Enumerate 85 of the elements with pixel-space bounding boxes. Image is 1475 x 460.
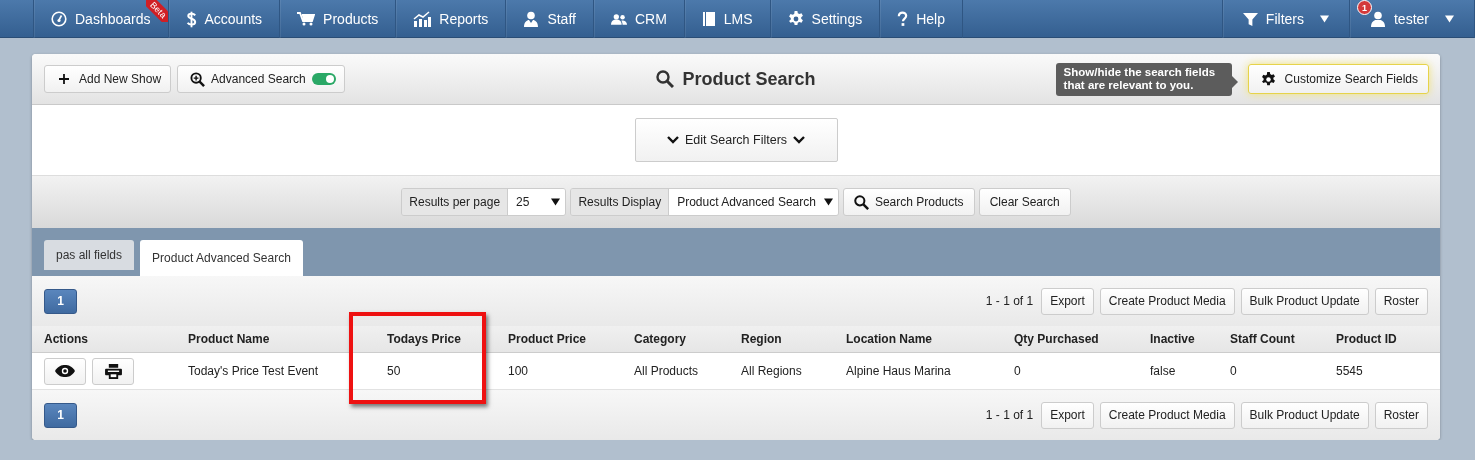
nav-item[interactable]: Settings bbox=[769, 0, 880, 38]
toolbar-button[interactable]: Bulk Product Update bbox=[1240, 401, 1369, 429]
gauge-icon bbox=[51, 11, 67, 27]
column-header: Qty Purchased bbox=[1014, 332, 1099, 346]
table-cell: 50 bbox=[387, 364, 401, 378]
nav-item[interactable]: Staff bbox=[505, 0, 593, 38]
field-label: Results per page bbox=[402, 189, 509, 215]
table-cell: Today's Price Test Event bbox=[188, 364, 319, 378]
table-cell: All Regions bbox=[741, 364, 802, 378]
toolbar-button[interactable]: Export bbox=[1041, 287, 1094, 315]
field-label: Results Display bbox=[571, 189, 670, 215]
toggle-switch[interactable] bbox=[311, 73, 336, 85]
person-icon bbox=[523, 11, 540, 27]
people-icon bbox=[610, 12, 627, 26]
user-menu[interactable]: tester 1 bbox=[1349, 0, 1475, 38]
toolbar-button[interactable]: Export bbox=[1041, 401, 1094, 429]
customize-search-fields-button[interactable]: Customize Search Fields bbox=[1247, 64, 1429, 94]
search-icon bbox=[656, 70, 675, 88]
results-per-page-dropdown[interactable]: 25 bbox=[508, 189, 566, 215]
toolbar-button[interactable]: Roster bbox=[1374, 401, 1428, 429]
column-header: Category bbox=[634, 332, 686, 346]
search-icon bbox=[853, 194, 869, 210]
cart-icon bbox=[297, 12, 316, 26]
page-title: Product Search bbox=[682, 68, 816, 90]
print-button[interactable] bbox=[92, 357, 134, 385]
bar-chart-icon bbox=[413, 11, 432, 27]
nav-item[interactable]: Accounts bbox=[167, 0, 280, 38]
tab[interactable]: pas all fields bbox=[44, 240, 135, 270]
nav-item[interactable]: LMS bbox=[683, 0, 770, 38]
table-cell: All Products bbox=[634, 364, 699, 378]
caret-icon bbox=[1320, 15, 1329, 23]
printer-icon bbox=[104, 363, 122, 379]
settings-icon bbox=[1260, 71, 1276, 87]
settings-icon bbox=[787, 11, 804, 27]
nav-item[interactable]: CRM bbox=[592, 0, 684, 38]
tooltip: Show/hide the search fields that are relevant to you. bbox=[1055, 62, 1238, 96]
column-header: Product Name bbox=[188, 332, 270, 346]
table-cell: 0 bbox=[1014, 364, 1021, 378]
result-range: 1 - 1 of 1 bbox=[985, 408, 1034, 422]
result-range: 1 - 1 of 1 bbox=[985, 294, 1034, 308]
column-header: Todays Price bbox=[387, 332, 461, 346]
table-cell: false bbox=[1150, 364, 1176, 378]
table-cell: Alpine Haus Marina bbox=[846, 364, 951, 378]
caret-icon bbox=[1445, 15, 1454, 23]
plus-icon bbox=[59, 74, 69, 84]
chevron-down-icon bbox=[793, 136, 806, 144]
caret-icon bbox=[823, 198, 833, 206]
filters-menu[interactable]: Filters bbox=[1221, 0, 1349, 38]
view-button[interactable] bbox=[44, 357, 86, 385]
page-button[interactable]: 1 bbox=[44, 288, 77, 314]
page-button[interactable]: 1 bbox=[44, 402, 77, 428]
notification-badge: 1 bbox=[1357, 0, 1372, 15]
toolbar-button[interactable]: Bulk Product Update bbox=[1240, 287, 1369, 315]
chevron-down-icon bbox=[666, 136, 679, 144]
column-header: Staff Count bbox=[1230, 332, 1295, 346]
search-products-button[interactable]: Search Products bbox=[842, 188, 975, 216]
advanced-search-button[interactable]: Advanced Search bbox=[177, 65, 345, 93]
column-header: Region bbox=[741, 332, 782, 346]
table-cell: 5545 bbox=[1336, 364, 1363, 378]
column-header: Product ID bbox=[1336, 332, 1397, 346]
toolbar-button[interactable]: Create Product Media bbox=[1099, 287, 1235, 315]
zoom-in-icon bbox=[190, 71, 206, 87]
dollar-icon bbox=[185, 10, 197, 28]
question-icon bbox=[897, 11, 909, 27]
clear-search-button[interactable]: Clear Search bbox=[978, 188, 1071, 216]
table-cell: 0 bbox=[1230, 364, 1237, 378]
nav-item[interactable]: Products bbox=[279, 0, 396, 38]
eye-icon bbox=[55, 365, 75, 377]
caret-icon bbox=[551, 198, 561, 206]
toolbar-button[interactable]: Roster bbox=[1374, 287, 1428, 315]
nav-item[interactable]: Help bbox=[879, 0, 963, 38]
tab[interactable]: Product Advanced Search bbox=[140, 240, 303, 276]
column-header: Product Price bbox=[508, 332, 587, 346]
person-icon bbox=[1370, 11, 1386, 27]
filter-icon bbox=[1242, 11, 1258, 27]
edit-search-filters-button[interactable]: Edit Search Filters bbox=[634, 118, 838, 162]
results-display-dropdown[interactable]: Product Advanced Search bbox=[669, 189, 838, 215]
column-header: Actions bbox=[44, 332, 88, 346]
book-icon bbox=[701, 11, 716, 27]
table-cell: 100 bbox=[508, 364, 529, 378]
nav-item[interactable]: Reports bbox=[395, 0, 506, 38]
column-header: Inactive bbox=[1150, 332, 1195, 346]
toolbar-button[interactable]: Create Product Media bbox=[1099, 401, 1235, 429]
column-header: Location Name bbox=[846, 332, 932, 346]
add-new-show-button[interactable]: Add New Show bbox=[44, 65, 172, 93]
